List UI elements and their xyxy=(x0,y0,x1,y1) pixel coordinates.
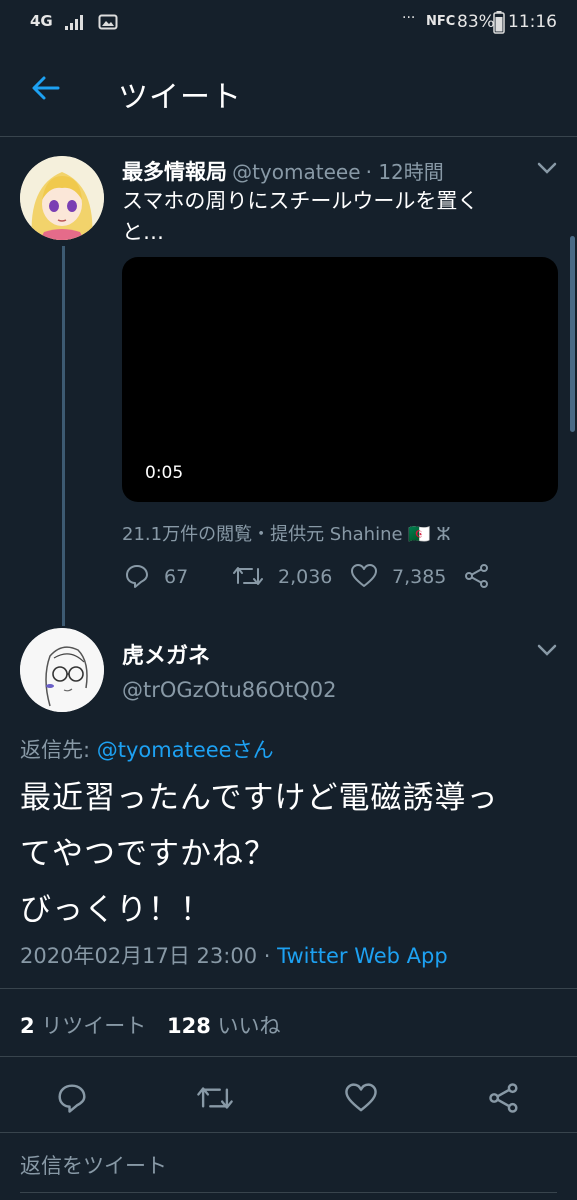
parent-text-line2: と… xyxy=(122,220,164,244)
retweet-icon[interactable] xyxy=(232,563,264,589)
share-icon[interactable] xyxy=(488,1082,520,1114)
heart-icon[interactable] xyxy=(344,1082,378,1114)
main-handle[interactable]: @trOGzOtu86OtQ02 xyxy=(122,678,337,702)
status-bar: 4G ··· NFC 83% 11:16 xyxy=(0,0,577,48)
likes-label[interactable]: いいね xyxy=(218,1014,281,1038)
divider xyxy=(0,1056,577,1057)
main-text-line3: びっくり！！ xyxy=(20,892,212,928)
engagement-stats: 2 リツイート 128 いいね xyxy=(20,1010,281,1040)
gallery-icon xyxy=(98,13,118,31)
reply-to-line: 返信先: @tyomateeeさん xyxy=(20,734,274,764)
meta-separator: · xyxy=(263,944,271,968)
thread-connector xyxy=(62,246,65,626)
battery-icon xyxy=(493,10,505,34)
share-icon[interactable] xyxy=(464,563,490,589)
back-arrow-icon[interactable] xyxy=(28,70,64,106)
avatar-parent[interactable] xyxy=(20,156,104,240)
retweet-icon[interactable] xyxy=(196,1082,234,1114)
more-notifications-icon: ··· xyxy=(402,10,416,26)
chevron-down-icon[interactable] xyxy=(536,642,558,658)
divider xyxy=(0,1132,577,1133)
signal-icon xyxy=(64,13,86,31)
tweet-meta: 2020年02月17日 23:00 · Twitter Web App xyxy=(20,940,448,970)
client-link[interactable]: Twitter Web App xyxy=(277,944,448,968)
parent-tweet-header: 最多情報局 @tyomateee · 12時間 xyxy=(122,156,444,186)
main-tweet-text: 最近習ったんですけど電磁誘導っ てやつですかね？ びっくり！！ xyxy=(20,770,570,938)
chevron-down-icon[interactable] xyxy=(536,160,558,176)
top-app-bar: ツイート xyxy=(0,48,577,137)
retweet-count: 2,036 xyxy=(278,566,333,588)
clock: 11:16 xyxy=(508,12,557,32)
network-type: 4G xyxy=(30,12,53,30)
video-duration: 0:05 xyxy=(145,463,184,483)
heart-icon[interactable] xyxy=(350,563,378,589)
reply-to-handle-link[interactable]: @tyomateeeさん xyxy=(97,738,274,762)
avatar-main[interactable] xyxy=(20,628,104,712)
battery-percent: 83% xyxy=(457,12,495,32)
main-text-line1: 最近習ったんですけど電磁誘導っ xyxy=(20,780,499,816)
sketch-avatar-icon xyxy=(20,628,104,712)
anime-avatar-icon xyxy=(20,156,104,240)
parent-display-name[interactable]: 最多情報局 xyxy=(122,160,227,184)
reply-to-label: 返信先: xyxy=(20,738,91,762)
main-display-name[interactable]: 虎メガネ xyxy=(122,638,210,670)
reply-count: 67 xyxy=(164,566,189,588)
retweets-count[interactable]: 2 xyxy=(20,1014,35,1038)
retweets-label[interactable]: リツイート xyxy=(41,1014,146,1038)
reply-icon[interactable] xyxy=(124,563,150,589)
divider xyxy=(0,988,577,989)
parent-text-line1: スマホの周りにスチールウールを置く xyxy=(122,189,479,213)
reply-icon[interactable] xyxy=(56,1082,88,1114)
likes-count[interactable]: 128 xyxy=(167,1014,211,1038)
parent-tweet-text: スマホの周りにスチールウールを置く と… xyxy=(122,186,562,248)
video-player[interactable]: 0:05 xyxy=(122,257,558,502)
tweet-date[interactable]: 2020年02月17日 23:00 xyxy=(20,944,257,968)
nfc-indicator: NFC xyxy=(426,14,456,29)
parent-time: · 12時間 xyxy=(365,160,444,184)
reply-input-underline xyxy=(20,1192,557,1193)
parent-handle[interactable]: @tyomateee xyxy=(232,160,360,184)
page-title: ツイート xyxy=(118,80,242,115)
scrollbar[interactable] xyxy=(570,236,575,432)
view-count: 21.1万件の閲覧・提供元 Shahine 🇩🇿 ⵣ xyxy=(122,524,451,545)
like-count: 7,385 xyxy=(392,566,447,588)
main-text-line2: てやつですかね？ xyxy=(20,836,276,872)
reply-input[interactable]: 返信をツイート xyxy=(20,1150,167,1180)
